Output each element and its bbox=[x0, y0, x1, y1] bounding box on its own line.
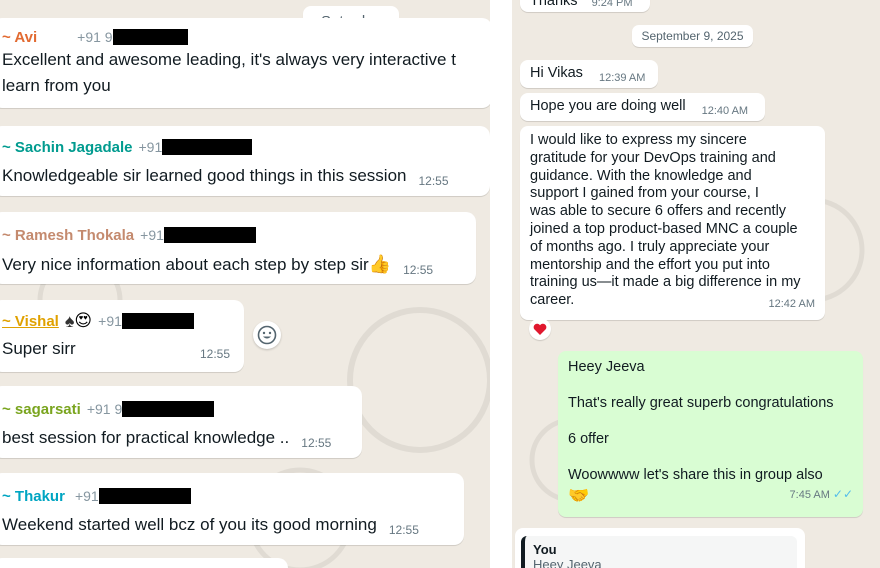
message-bubble[interactable]: You Heey Jeeva bbox=[515, 528, 805, 568]
message-bubble[interactable]: Heey Jeeva That's really great superb co… bbox=[558, 351, 863, 517]
message-bubble[interactable]: ~ Avi +91 9 Excellent and awesome leadin… bbox=[0, 18, 490, 108]
handshake-emoji-icon: 🤝 bbox=[568, 486, 590, 505]
sender-name[interactable]: ~ Ramesh Thokala bbox=[2, 227, 134, 244]
sender-name[interactable]: ~ Sachin Jagadale bbox=[2, 139, 132, 156]
double-check-read-icon: ✓✓ bbox=[832, 487, 853, 501]
add-reaction-button[interactable] bbox=[253, 321, 281, 349]
sender-name[interactable]: ~ sagarsati bbox=[2, 401, 81, 418]
message-text: Super sirr 12:55 bbox=[2, 336, 230, 367]
message-time: 12:39 AM bbox=[598, 72, 646, 84]
heart-reaction-icon[interactable] bbox=[529, 318, 551, 340]
message-bubble[interactable] bbox=[0, 558, 288, 568]
message-time: 12:55 bbox=[199, 347, 230, 361]
message-bubble[interactable]: Thanks 9:24 PM bbox=[520, 0, 650, 12]
message-time: 7:45 AM bbox=[789, 489, 830, 501]
message-text: Excellent and awesome leading, it's alwa… bbox=[2, 50, 456, 95]
sender-name[interactable]: ~ Vishal bbox=[2, 313, 59, 330]
quoted-text: Heey Jeeva bbox=[533, 557, 602, 568]
panel-divider bbox=[490, 0, 512, 568]
message-time: 12:55 bbox=[403, 263, 434, 277]
message-bubble[interactable]: Hope you are doing well 12:40 AM bbox=[520, 93, 765, 121]
message-text: Weekend started well bcz of you its good… bbox=[2, 515, 419, 537]
message-bubble[interactable]: ~ Sachin Jagadale +91 Knowledgeable sir … bbox=[0, 126, 490, 196]
message-bubble[interactable]: Hi Vikas 12:39 AM bbox=[520, 60, 658, 88]
sender-phone: +91 9 bbox=[86, 401, 123, 417]
redaction-bar bbox=[112, 29, 188, 45]
sender-phone: +91 9 bbox=[77, 29, 113, 45]
redaction-bar bbox=[163, 227, 256, 243]
message-bubble[interactable]: ~ Vishal ♠ 😍 +91 Super sirr 12:55 bbox=[0, 300, 244, 372]
message-bubble[interactable]: ~ Thakur +91 Weekend started well bcz of… bbox=[0, 473, 464, 545]
redaction-bar bbox=[121, 313, 194, 329]
quoted-author: You bbox=[533, 542, 557, 557]
sender-phone: +91 bbox=[138, 139, 163, 155]
spade-icon: ♠ bbox=[64, 310, 75, 331]
sender-name[interactable]: ~ Thakur bbox=[2, 488, 65, 505]
redaction-bar bbox=[98, 488, 191, 504]
message-bubble[interactable]: I would like to express my sincere grati… bbox=[520, 126, 825, 320]
heart-eyes-emoji-icon: 😍 bbox=[74, 311, 93, 330]
message-time: 12:55 bbox=[301, 436, 332, 450]
redaction-bar bbox=[162, 139, 253, 155]
message-text: best session for practical knowledge .. 1… bbox=[2, 428, 332, 450]
sender-phone: +91 bbox=[74, 488, 99, 504]
sender-phone: +91 bbox=[98, 313, 122, 329]
smiley-icon bbox=[257, 325, 277, 345]
direct-chat-panel: Thanks 9:24 PM September 9, 2025 Hi Vika… bbox=[512, 0, 880, 568]
message-text: I would like to express my sincere grati… bbox=[530, 132, 815, 314]
thumbs-up-icon: 👍 bbox=[368, 254, 392, 274]
quoted-reply-preview[interactable]: You Heey Jeeva bbox=[521, 536, 797, 568]
message-text: Knowledgeable sir learned good things in… bbox=[2, 166, 449, 188]
message-text: Heey Jeeva That's really great superb co… bbox=[568, 359, 853, 505]
message-bubble[interactable]: ~ Ramesh Thokala +91 Very nice informati… bbox=[0, 212, 476, 284]
message-time: 12:40 AM bbox=[701, 105, 749, 117]
message-text: Hope you are doing well bbox=[530, 98, 686, 114]
date-separator: September 9, 2025 bbox=[632, 25, 753, 47]
message-text: Very nice information about each step by… bbox=[2, 254, 434, 277]
message-bubble[interactable]: ~ sagarsati +91 9 best session for pract… bbox=[0, 386, 362, 458]
sender-name[interactable]: ~ Avi bbox=[2, 29, 37, 46]
redaction-bar bbox=[122, 401, 215, 417]
message-text: Thanks bbox=[530, 0, 578, 9]
message-text: Hi Vikas bbox=[530, 65, 583, 81]
message-time: 12:55 bbox=[418, 174, 449, 188]
group-chat-panel: Saturday ~ Avi +91 9 Excellent and aweso… bbox=[0, 0, 490, 568]
sender-phone: +91 bbox=[140, 227, 164, 243]
message-time: 12:42 AM bbox=[768, 298, 815, 311]
message-time: 12:55 bbox=[388, 523, 419, 537]
message-time: 9:24 PM bbox=[591, 0, 633, 9]
